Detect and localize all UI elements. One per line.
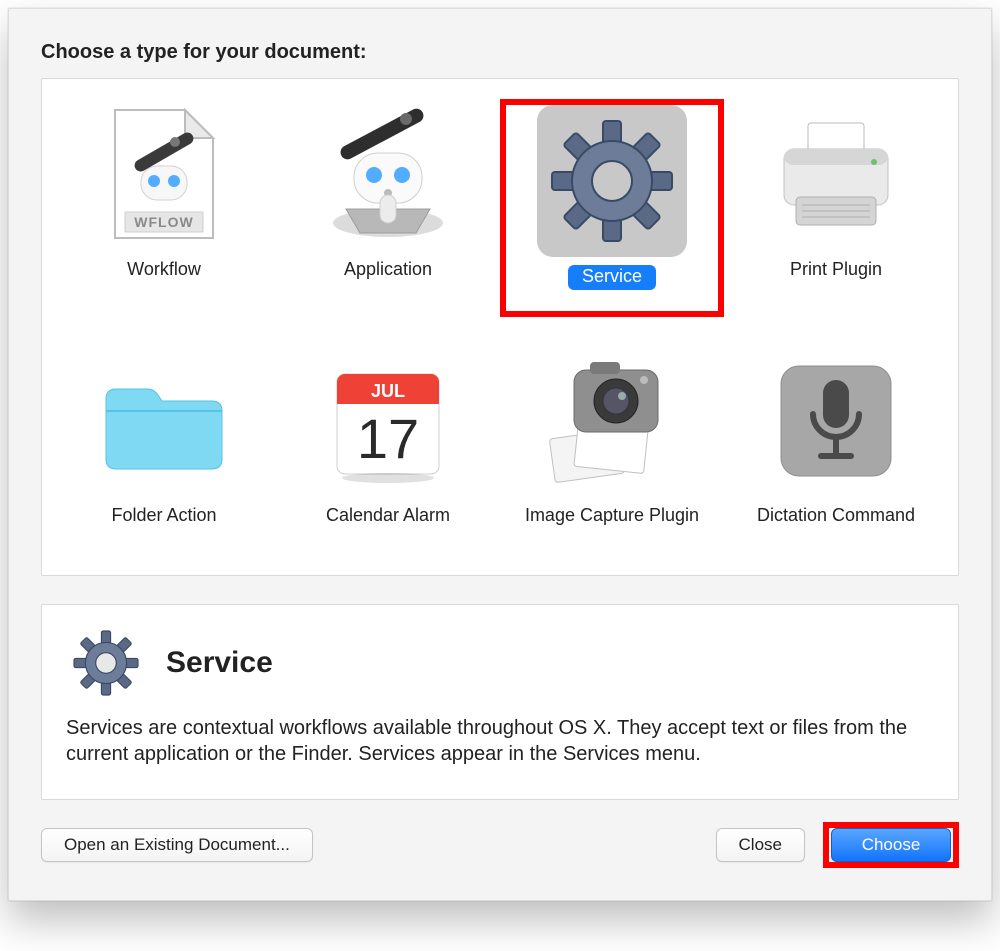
- camera-photos-icon: [537, 345, 687, 497]
- type-workflow[interactable]: WFLOW Workflow: [52, 99, 276, 317]
- type-print-plugin[interactable]: Print Plugin: [724, 99, 948, 317]
- folder-icon: [89, 345, 239, 497]
- type-service[interactable]: Service: [500, 99, 724, 317]
- heading: Choose a type for your document:: [41, 41, 959, 64]
- type-folder-action[interactable]: Folder Action: [52, 345, 276, 551]
- microphone-icon: [761, 345, 911, 497]
- type-application[interactable]: Application: [276, 99, 500, 317]
- type-label: Print Plugin: [790, 259, 882, 305]
- detail-panel: Service Services are contextual workflow…: [41, 604, 959, 800]
- gear-icon: [66, 623, 146, 703]
- cal-month-text: JUL: [371, 381, 405, 401]
- detail-title: Service: [166, 646, 273, 680]
- type-label: Folder Action: [111, 505, 216, 551]
- automator-robot-icon: [313, 99, 463, 251]
- type-label: Workflow: [127, 259, 201, 305]
- calendar-icon: JUL 17: [313, 345, 463, 497]
- printer-icon: [761, 99, 911, 251]
- type-label: Application: [344, 259, 432, 305]
- footer: Open an Existing Document... Close Choos…: [41, 822, 959, 868]
- type-image-capture-plugin[interactable]: Image Capture Plugin: [500, 345, 724, 551]
- gear-icon: [537, 105, 687, 257]
- type-grid: WFLOW Workflow: [41, 78, 959, 576]
- wflow-tag-text: WFLOW: [134, 214, 193, 230]
- type-calendar-alarm[interactable]: JUL 17 Calendar Alarm: [276, 345, 500, 551]
- choose-button[interactable]: Choose: [831, 828, 951, 862]
- open-existing-button[interactable]: Open an Existing Document...: [41, 828, 313, 862]
- detail-description: Services are contextual workflows availa…: [66, 715, 934, 767]
- template-chooser-window: Choose a type for your document: WFLOW: [8, 8, 992, 901]
- type-label: Service: [568, 265, 656, 311]
- type-label: Image Capture Plugin: [525, 505, 699, 551]
- choose-highlight: Choose: [823, 822, 959, 868]
- close-button[interactable]: Close: [716, 828, 805, 862]
- workflow-document-icon: WFLOW: [89, 99, 239, 251]
- type-label: Calendar Alarm: [326, 505, 450, 551]
- type-dictation-command[interactable]: Dictation Command: [724, 345, 948, 551]
- cal-day-text: 17: [357, 407, 419, 470]
- type-label: Dictation Command: [757, 505, 915, 551]
